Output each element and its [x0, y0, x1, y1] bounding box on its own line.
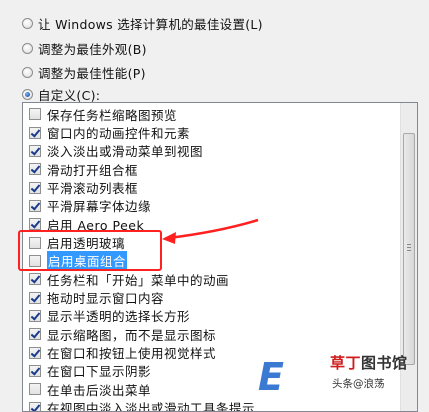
red-arrow-icon — [0, 0, 429, 405]
logo-subtitle: 头条@浪荡 — [332, 376, 385, 391]
logo-brand-black: 图书馆 — [361, 354, 408, 372]
logo-brand-red: 草丁 — [330, 354, 361, 372]
watermark-logo: 草丁图书馆 头条@浪荡 — [330, 352, 408, 391]
watermark-letter: E — [258, 355, 284, 399]
logo-title: 草丁图书馆 — [330, 352, 408, 373]
